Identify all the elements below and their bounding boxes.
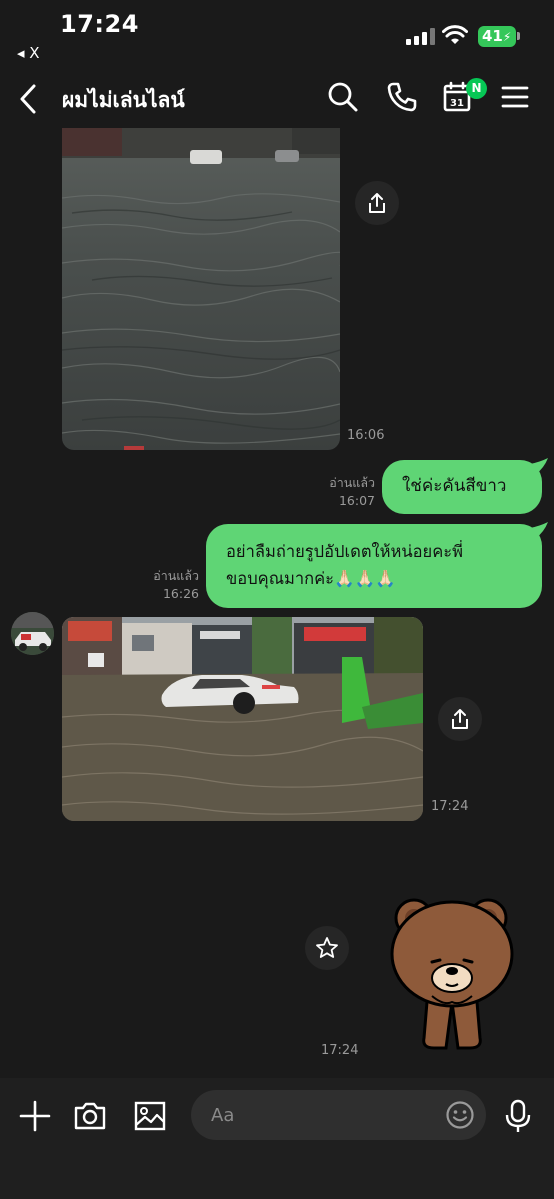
microphone-icon[interactable] xyxy=(500,1098,536,1134)
message-time: 17:24 xyxy=(321,1043,359,1058)
message-time: 16:26 xyxy=(162,586,199,601)
share-button-1[interactable] xyxy=(355,181,399,225)
cellular-signal-icon xyxy=(406,28,435,45)
message-bubble-outgoing[interactable]: อย่าลืมถ่ายรูปอัปเดตให้หน่อยคะพี่ ขอบคุณ… xyxy=(206,524,542,608)
message-input-box[interactable] xyxy=(191,1090,486,1140)
sender-avatar[interactable] xyxy=(11,612,54,655)
bubble-tail xyxy=(530,522,548,538)
share-button-2[interactable] xyxy=(438,697,482,741)
read-label: อ่านแล้ว xyxy=(329,475,375,490)
read-receipt: อ่านแล้ว 16:26 xyxy=(124,567,199,603)
message-time: 16:06 xyxy=(347,428,385,443)
message-text-line: อย่าลืมถ่ายรูปอัปเดตให้หน่อยคะพี่ xyxy=(226,542,463,561)
message-composer xyxy=(0,1078,554,1199)
share-icon xyxy=(369,193,385,213)
battery-level: 41 xyxy=(482,27,503,45)
status-time: 17:24 xyxy=(60,10,139,38)
flood-photo-1[interactable] xyxy=(62,128,340,450)
read-label: อ่านแล้ว xyxy=(153,568,199,583)
calendar-badge: N xyxy=(466,78,487,99)
calendar-day: 31 xyxy=(450,98,464,109)
emoji-icon[interactable] xyxy=(445,1100,475,1130)
wifi-icon xyxy=(442,25,468,44)
message-input[interactable] xyxy=(211,1102,441,1128)
back-to-app-link[interactable]: ◂ X xyxy=(17,44,40,62)
share-icon xyxy=(452,709,468,729)
message-time: 16:07 xyxy=(338,493,375,508)
message-text-line: ขอบคุณมากค่ะ🙏🏻🙏🏻🙏🏻 xyxy=(226,569,396,588)
search-icon[interactable] xyxy=(326,80,360,114)
back-icon[interactable] xyxy=(14,82,44,116)
phone-icon[interactable] xyxy=(385,80,419,114)
battery-tip xyxy=(517,32,520,40)
read-receipt: อ่านแล้ว 16:07 xyxy=(300,474,375,510)
message-text: ใช่ค่ะคันสีขาว xyxy=(402,476,507,496)
message-bubble-outgoing[interactable]: ใช่ค่ะคันสีขาว xyxy=(382,460,542,514)
camera-icon[interactable] xyxy=(72,1098,108,1134)
status-bar: 17:24 ◂ X 41⚡ xyxy=(0,0,554,70)
battery-indicator: 41⚡ xyxy=(478,26,516,47)
chat-title: ผมไม่เล่นไลน์ xyxy=(62,88,185,112)
image-icon[interactable] xyxy=(132,1098,168,1134)
flood-photo-2[interactable] xyxy=(62,617,423,821)
menu-icon[interactable] xyxy=(499,80,533,114)
bubble-tail xyxy=(530,458,548,474)
brown-bear-sticker[interactable] xyxy=(388,892,516,1054)
plus-icon[interactable] xyxy=(17,1098,53,1134)
message-time: 17:24 xyxy=(431,799,469,814)
star-icon xyxy=(316,937,338,958)
favorite-sticker-button[interactable] xyxy=(305,926,349,970)
